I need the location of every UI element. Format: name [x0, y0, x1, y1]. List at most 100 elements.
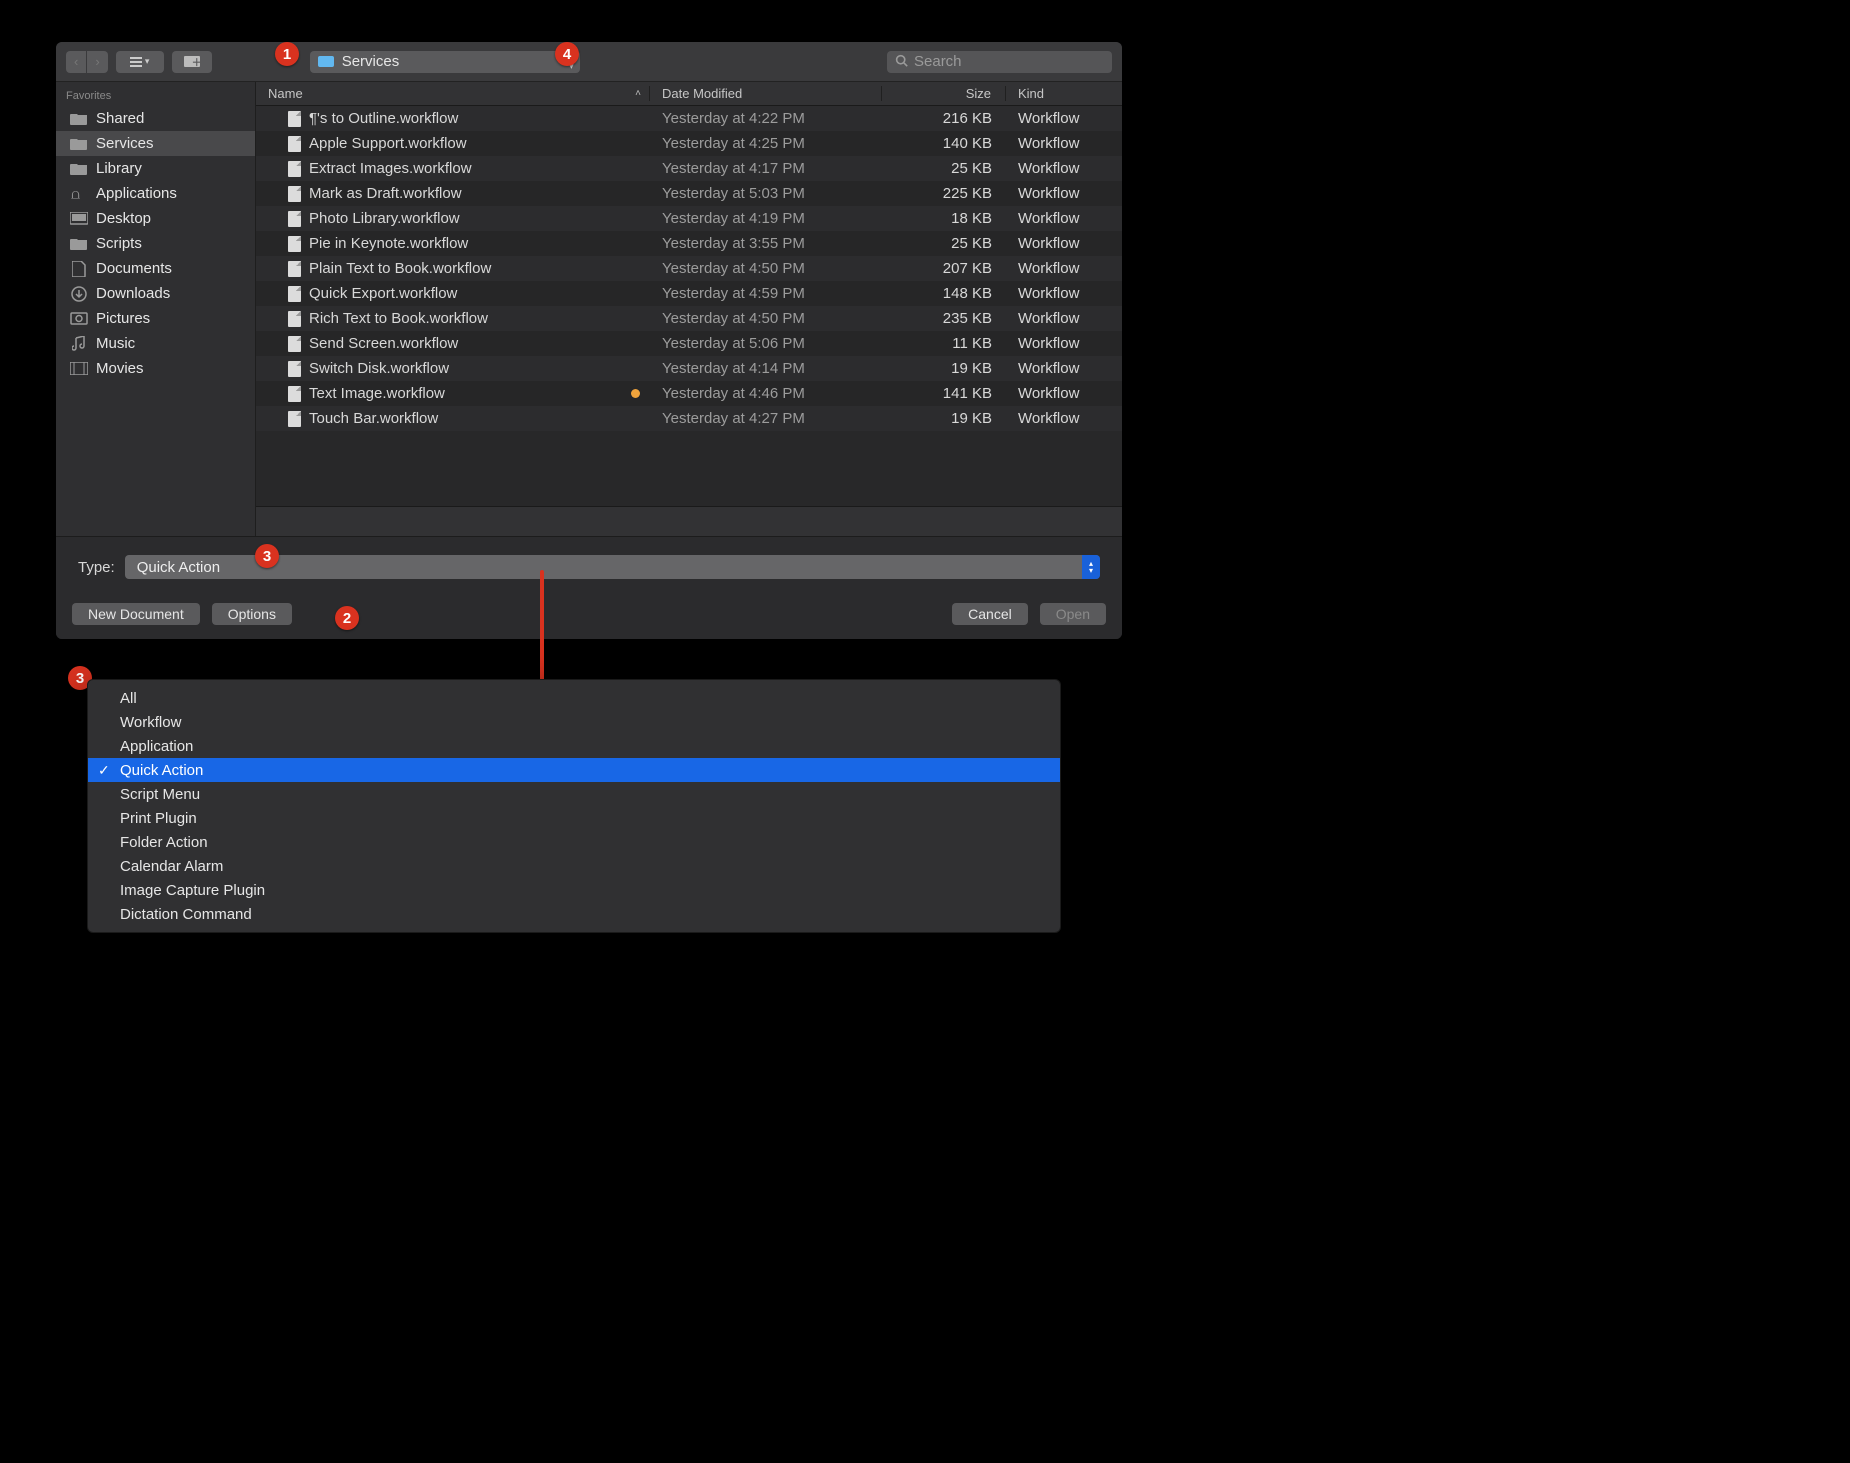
sidebar-item-shared[interactable]: Shared	[56, 106, 255, 131]
menu-item-image-capture-plugin[interactable]: Image Capture Plugin	[88, 878, 1060, 902]
new-document-button[interactable]: New Document	[72, 603, 200, 625]
document-icon	[288, 411, 301, 427]
cell-date: Yesterday at 4:22 PM	[650, 110, 882, 127]
sidebar-item-movies[interactable]: Movies	[56, 356, 255, 381]
sidebar-item-scripts[interactable]: Scripts	[56, 231, 255, 256]
view-mode-button[interactable]: ▾	[116, 51, 164, 73]
file-name: Quick Export.workflow	[309, 285, 457, 302]
file-row[interactable]: Plain Text to Book.workflowYesterday at …	[256, 256, 1122, 281]
file-name: Send Screen.workflow	[309, 335, 458, 352]
file-row[interactable]: Rich Text to Book.workflow Yesterday at 4…	[256, 306, 1122, 331]
menu-item-quick-action[interactable]: ✓ Quick Action	[88, 758, 1060, 782]
file-name: Plain Text to Book.workflow	[309, 260, 491, 277]
cell-size: 19 KB	[882, 410, 1006, 427]
cell-kind: Workflow	[1006, 410, 1122, 427]
menu-item-dictation-command[interactable]: Dictation Command	[88, 902, 1060, 926]
cell-name: Touch Bar.workflow	[256, 410, 650, 427]
column-size[interactable]: Size	[882, 86, 1006, 101]
sidebar-item-label: Desktop	[96, 210, 151, 227]
path-popup[interactable]: Services ▴▾	[310, 51, 580, 73]
cell-kind: Workflow	[1006, 260, 1122, 277]
sidebar-item-library[interactable]: Library	[56, 156, 255, 181]
cell-date: Yesterday at 5:06 PM	[650, 335, 882, 352]
movies-icon	[70, 362, 88, 376]
cell-date: Yesterday at 4:17 PM	[650, 160, 882, 177]
sidebar-item-desktop[interactable]: Desktop	[56, 206, 255, 231]
cell-kind: Workflow	[1006, 360, 1122, 377]
new-folder-button[interactable]: ＋	[172, 51, 212, 73]
annotation-badge-1: 1	[275, 42, 299, 66]
sidebar-item-services[interactable]: Services	[56, 131, 255, 156]
options-button[interactable]: Options	[212, 603, 292, 625]
cell-name: Pie in Keynote.workflow	[256, 235, 650, 252]
file-name: Photo Library.workflow	[309, 210, 460, 227]
cell-size: 19 KB	[882, 360, 1006, 377]
cell-date: Yesterday at 4:19 PM	[650, 210, 882, 227]
file-row[interactable]: Text Image.workflowYesterday at 4:46 PM1…	[256, 381, 1122, 406]
sidebar-item-documents[interactable]: Documents	[56, 256, 255, 281]
file-row[interactable]: ¶'s to Outline.workflowYesterday at 4:22…	[256, 106, 1122, 131]
cell-date: Yesterday at 4:50 PM	[650, 310, 882, 327]
type-label: Type:	[78, 559, 115, 576]
folder-plus-icon: ＋	[184, 56, 200, 67]
menu-item-application[interactable]: Application	[88, 734, 1060, 758]
file-row[interactable]: Switch Disk.workflowYesterday at 4:14 PM…	[256, 356, 1122, 381]
file-name: Text Image.workflow	[309, 385, 445, 402]
search-field[interactable]: Search	[887, 51, 1112, 73]
sidebar-item-label: Downloads	[96, 285, 170, 302]
sidebar-item-pictures[interactable]: Pictures	[56, 306, 255, 331]
document-icon	[288, 261, 301, 277]
column-name[interactable]: Name ˄	[256, 86, 650, 101]
file-row[interactable]: Pie in Keynote.workflowYesterday at 3:55…	[256, 231, 1122, 256]
file-row[interactable]: Photo Library.workflow Yesterday at 4:19 …	[256, 206, 1122, 231]
document-icon	[288, 286, 301, 302]
menu-item-label: Dictation Command	[120, 906, 252, 923]
menu-item-script-menu[interactable]: Script Menu	[88, 782, 1060, 806]
document-icon	[288, 336, 301, 352]
sidebar-item-music[interactable]: Music	[56, 331, 255, 356]
sidebar-heading: Favorites	[56, 86, 255, 106]
cell-kind: Workflow	[1006, 185, 1122, 202]
file-row[interactable]: Send Screen.workflow Yesterday at 5:06 PM…	[256, 331, 1122, 356]
sort-ascending-icon: ˄	[635, 88, 641, 99]
back-button[interactable]: ‹	[66, 51, 86, 73]
menu-item-workflow[interactable]: Workflow	[88, 710, 1060, 734]
file-name: Rich Text to Book.workflow	[309, 310, 488, 327]
file-row[interactable]: Extract Images.workflowYesterday at 4:17…	[256, 156, 1122, 181]
sidebar-item-downloads[interactable]: Downloads	[56, 281, 255, 306]
menu-item-label: Folder Action	[120, 834, 208, 851]
file-row[interactable]: Apple Support.workflowYesterday at 4:25 …	[256, 131, 1122, 156]
cell-kind: Workflow	[1006, 160, 1122, 177]
menu-item-print-plugin[interactable]: Print Plugin	[88, 806, 1060, 830]
sidebar-item-applications[interactable]: ⩍Applications	[56, 181, 255, 206]
svg-text:⩍: ⩍	[71, 186, 80, 202]
cancel-button[interactable]: Cancel	[952, 603, 1028, 625]
file-row[interactable]: Mark as Draft.workflowYesterday at 5:03 …	[256, 181, 1122, 206]
music-icon	[70, 337, 88, 351]
cell-date: Yesterday at 4:14 PM	[650, 360, 882, 377]
cell-kind: Workflow	[1006, 285, 1122, 302]
open-button[interactable]: Open	[1040, 603, 1106, 625]
menu-item-folder-action[interactable]: Folder Action	[88, 830, 1060, 854]
cell-kind: Workflow	[1006, 235, 1122, 252]
path-label: Services	[342, 53, 400, 70]
list-icon	[130, 57, 142, 67]
column-kind[interactable]: Kind	[1006, 86, 1122, 101]
column-date[interactable]: Date Modified	[650, 86, 882, 101]
menu-item-all[interactable]: All	[88, 686, 1060, 710]
cell-kind: Workflow	[1006, 310, 1122, 327]
cell-name: Send Screen.workflow	[256, 335, 650, 352]
document-icon	[288, 136, 301, 152]
cell-kind: Workflow	[1006, 135, 1122, 152]
file-row[interactable]: Touch Bar.workflowYesterday at 4:27 PM19…	[256, 406, 1122, 431]
cell-size: 225 KB	[882, 185, 1006, 202]
check-icon: ✓	[98, 762, 110, 779]
menu-item-calendar-alarm[interactable]: Calendar Alarm	[88, 854, 1060, 878]
chevron-down-icon: ▾	[145, 56, 150, 67]
annotation-badge-3: 3	[255, 544, 279, 568]
cell-size: 235 KB	[882, 310, 1006, 327]
menu-item-label: Quick Action	[120, 762, 203, 779]
file-row[interactable]: Quick Export.workflowYesterday at 4:59 P…	[256, 281, 1122, 306]
sidebar-item-label: Shared	[96, 110, 144, 127]
forward-button[interactable]: ›	[87, 51, 107, 73]
